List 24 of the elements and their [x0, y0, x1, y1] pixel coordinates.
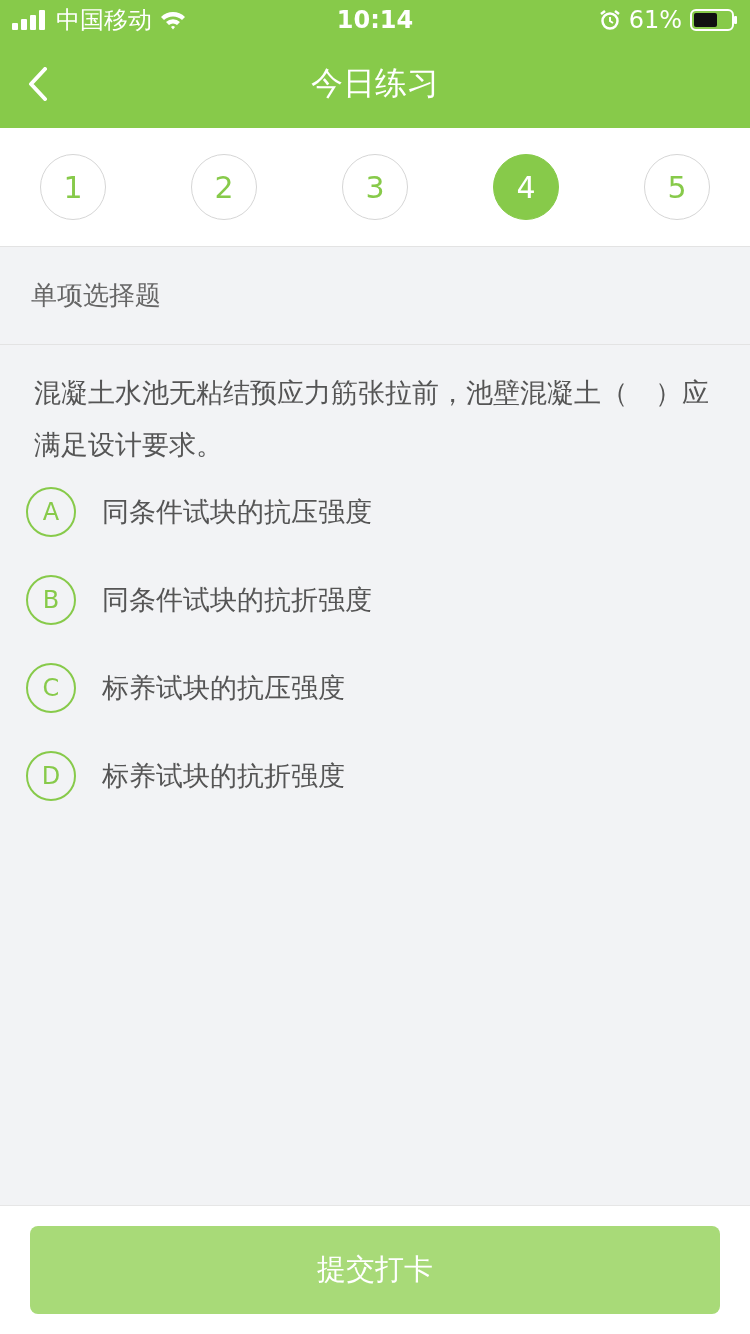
question-number-tab[interactable]: 2 — [191, 154, 257, 220]
option-text[interactable]: 标养试块的抗折强度 — [102, 758, 345, 794]
signal-icon — [12, 10, 48, 30]
option-letter-circle[interactable]: D — [26, 751, 76, 801]
option-text[interactable]: 同条件试块的抗压强度 — [102, 494, 372, 530]
option-letter-circle[interactable]: A — [26, 487, 76, 537]
question-number-tab[interactable]: 5 — [644, 154, 710, 220]
battery-icon — [690, 9, 738, 31]
wifi-icon — [160, 10, 186, 30]
alarm-icon — [598, 9, 621, 31]
option-letter-circle[interactable]: C — [26, 663, 76, 713]
page-title: 今日练习 — [311, 63, 439, 104]
question-number-tab[interactable]: 4 — [493, 154, 559, 220]
option-text[interactable]: 标养试块的抗压强度 — [102, 670, 345, 706]
section-title: 单项选择题 — [31, 279, 161, 312]
back-icon[interactable] — [28, 67, 48, 101]
battery-percent: 61% — [628, 6, 682, 34]
option-letter-circle[interactable]: B — [26, 575, 76, 625]
question-number-tab[interactable]: 1 — [40, 154, 106, 220]
carrier-name: 中国移动 — [56, 5, 152, 36]
option-text[interactable]: 同条件试块的抗折强度 — [102, 582, 372, 618]
question-number-tab[interactable]: 3 — [342, 154, 408, 220]
question-text: 混凝土水池无粘结预应力筋张拉前，池壁混凝土（ ）应满足设计要求。 — [34, 376, 710, 462]
clock-time: 10:14 — [336, 6, 414, 34]
